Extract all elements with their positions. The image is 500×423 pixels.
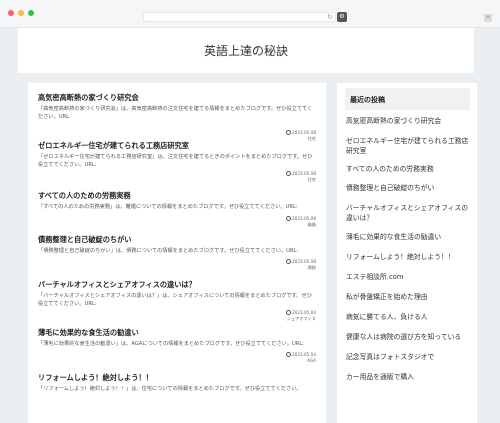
article-card: すべての人のための労務実務 「すべての人のための労務実務」は、離婚についての情報… bbox=[38, 191, 316, 227]
article-category[interactable]: シェアオフィス bbox=[286, 316, 316, 322]
article-card: 薄毛に効果的な食生活の勧違い 「薄毛に効果的な食生活の勧違い」は、AGAについて… bbox=[38, 328, 316, 363]
clock-icon bbox=[286, 216, 292, 221]
close-window-button[interactable] bbox=[8, 10, 14, 16]
recent-post-link[interactable]: カー用品を通販で購入 bbox=[346, 372, 474, 382]
article-card: ゼロエネルギー住宅が建てられる工務店研究室 「ゼロエネルギー住宅が建てられる工務… bbox=[38, 141, 316, 182]
article-title[interactable]: すべての人のための労務実務 bbox=[38, 191, 316, 200]
article-excerpt: 「すべての人のための労務実務」は、離婚についての情報をまとめたブログです。ぜひ役… bbox=[38, 204, 298, 210]
article-category[interactable]: 債務 bbox=[286, 265, 316, 271]
site-header: 英語上達の秘訣 bbox=[18, 28, 474, 73]
article-date: 2023.05.08 bbox=[292, 216, 316, 221]
article-title[interactable]: バーチャルオフィスとシェアオフィスの違いは？ bbox=[38, 280, 316, 289]
recent-post-link[interactable]: エステ相談所.com bbox=[346, 272, 474, 282]
clock-icon bbox=[286, 171, 292, 176]
recent-posts-list: 高気密高断熱の家づくり研究会 ゼロエネルギー住宅が建てられる工務店研究室 すべて… bbox=[346, 116, 474, 382]
sidebar-heading: 最近の投稿 bbox=[350, 96, 385, 104]
site-title[interactable]: 英語上達の秘訣 bbox=[18, 42, 474, 59]
sidebar-heading-box: 最近の投稿 bbox=[345, 88, 470, 110]
recent-post-link[interactable]: すべての人のための労務実務 bbox=[346, 164, 474, 174]
article-title[interactable]: 薄毛に効果的な食生活の勧違い bbox=[38, 328, 316, 337]
maximize-window-button[interactable] bbox=[28, 10, 34, 16]
article-excerpt: 「薄毛に効果的な食生活の勧違い」は、AGAについての情報をまとめたブログです。ぜ… bbox=[38, 341, 305, 347]
new-tab-button[interactable]: + bbox=[484, 14, 492, 22]
recent-post-link[interactable]: バーチャルオフィスとシェアオフィスの違いは？ bbox=[346, 203, 474, 223]
article-meta: 2023.05.04 AGA bbox=[286, 352, 316, 364]
recent-post-link[interactable]: リフォームしよう！絶対しよう！！ bbox=[346, 252, 474, 262]
clock-icon bbox=[286, 310, 292, 315]
recent-post-link[interactable]: 債務整理と自己破綻のちがい bbox=[346, 183, 474, 193]
clock-icon bbox=[286, 259, 292, 264]
extension-icon[interactable]: ⚙ bbox=[337, 12, 347, 22]
article-title[interactable]: 債務整理と自己破綻のちがい bbox=[38, 235, 316, 244]
recent-post-link[interactable]: 記念写真はフォトスタジオで bbox=[346, 352, 474, 362]
article-category[interactable]: 住宅 bbox=[286, 177, 316, 183]
article-meta: 2023.05.08 住宅 bbox=[286, 171, 316, 183]
article-excerpt: 「高気密高断熱の家づくり研究会」は、高気密高断熱の注文住宅を建てる情報をまとめた… bbox=[38, 106, 313, 120]
reload-icon[interactable]: ↻ bbox=[327, 12, 333, 22]
article-date: 2023.05.08 bbox=[292, 171, 316, 176]
article-category[interactable]: AGA bbox=[286, 358, 316, 364]
recent-post-link[interactable]: 病気に勝てる人、負ける人 bbox=[346, 312, 474, 322]
article-card: 債務整理と自己破綻のちがい 「債務整理と自己破綻のちがい」は、債務についての情報… bbox=[38, 235, 316, 270]
article-excerpt: 「ゼロエネルギー住宅が建てられる工務店研究室」は、注文住宅を建てるときのポイント… bbox=[38, 154, 313, 168]
recent-post-link[interactable]: ゼロエネルギー住宅が建てられる工務店研究室 bbox=[346, 136, 474, 156]
minimize-window-button[interactable] bbox=[18, 10, 24, 16]
article-card: 高気密高断熱の家づくり研究会 「高気密高断熱の家づくり研究会」は、高気密高断熱の… bbox=[38, 93, 316, 141]
article-date: 2023.05.08 bbox=[292, 130, 316, 135]
article-meta: 2023.05.08 債務 bbox=[286, 259, 316, 271]
article-title[interactable]: リフォームしよう！絶対しよう！！ bbox=[38, 373, 316, 382]
article-meta: 2023.05.08 離婚 bbox=[286, 216, 316, 228]
article-excerpt: 「債務整理と自己破綻のちがい」は、債務についての情報をまとめたブログです。ぜひ役… bbox=[38, 248, 299, 254]
recent-post-link[interactable]: 健康な人は病院の選び方を知っている bbox=[346, 332, 474, 342]
clock-icon bbox=[286, 352, 292, 357]
article-title[interactable]: ゼロエネルギー住宅が建てられる工務店研究室 bbox=[38, 141, 316, 150]
article-date: 2023.05.04 bbox=[292, 352, 316, 357]
window-controls bbox=[8, 10, 34, 16]
article-meta: 2023.05.04 シェアオフィス bbox=[286, 310, 316, 322]
recent-post-link[interactable]: 私が骨盤矯正を始めた理由 bbox=[346, 292, 474, 302]
article-excerpt: 「リフォームしよう！絶対しよう！！」は、住宅についての情報をまとめたブログです。… bbox=[38, 386, 302, 392]
recent-post-link[interactable]: 高気密高断熱の家づくり研究会 bbox=[346, 116, 474, 126]
article-card: バーチャルオフィスとシェアオフィスの違いは？ 「バーチャルオフィスとシェアオフィ… bbox=[38, 280, 316, 321]
article-card: リフォームしよう！絶対しよう！！ 「リフォームしよう！絶対しよう！！」は、住宅に… bbox=[38, 373, 316, 394]
article-date: 2023.05.08 bbox=[292, 259, 316, 264]
article-title[interactable]: 高気密高断熱の家づくり研究会 bbox=[38, 93, 316, 102]
browser-chrome: ↻ ⚙ + bbox=[0, 0, 500, 28]
clock-icon bbox=[286, 130, 292, 135]
address-bar[interactable]: ↻ bbox=[143, 12, 336, 22]
article-excerpt: 「バーチャルオフィスとシェアオフィスの違いは？」は、シェアオフィスについての情報… bbox=[38, 293, 312, 307]
article-category[interactable]: 離婚 bbox=[286, 222, 316, 228]
article-list: 高気密高断熱の家づくり研究会 「高気密高断熱の家づくり研究会」は、高気密高断熱の… bbox=[28, 83, 326, 423]
article-date: 2023.05.04 bbox=[292, 310, 316, 315]
sidebar: 最近の投稿 高気密高断熱の家づくり研究会 ゼロエネルギー住宅が建てられる工務店研… bbox=[337, 83, 477, 423]
recent-post-link[interactable]: 薄毛に効果的な食生活の勧違い bbox=[346, 232, 474, 242]
